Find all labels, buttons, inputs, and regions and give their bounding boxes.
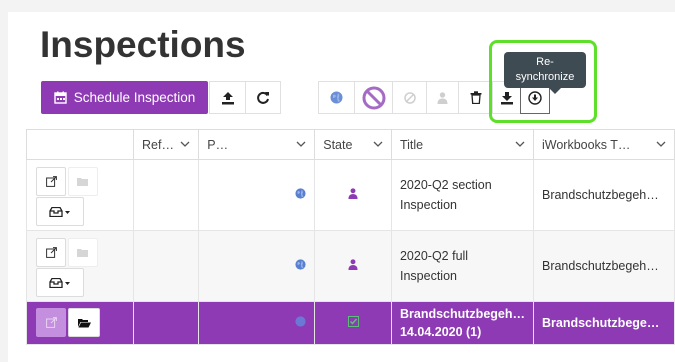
external-link-icon xyxy=(45,317,57,328)
checkbox-checked-icon xyxy=(347,316,359,327)
column-header-title[interactable]: Title xyxy=(390,129,534,160)
title-line1: 2020-Q2 full xyxy=(399,249,469,263)
globe-icon xyxy=(295,316,306,327)
cancel-disabled-button[interactable] xyxy=(392,81,426,114)
column-header-iworkbooks-label: iWorkbooks T… xyxy=(541,137,631,152)
table-row-selected[interactable]: Brandschutzbegeh… 14.04.2020 (1) Brandsc… xyxy=(26,301,675,345)
refresh-button[interactable] xyxy=(245,81,281,114)
title-cell: 2020-Q2 section Inspection xyxy=(390,159,534,231)
inbox-icon xyxy=(49,206,70,217)
tooltip-line1: Re- xyxy=(536,56,554,68)
user-icon xyxy=(348,259,358,270)
column-header-ref-label: Ref… xyxy=(142,137,174,152)
folder-open-icon xyxy=(77,318,91,327)
external-link-icon xyxy=(45,247,57,258)
inspections-table: Ref… P… State Title iWorkbooks T… 2020-Q… xyxy=(26,129,675,345)
open-external-button[interactable] xyxy=(36,308,66,337)
inbox-dropdown-button[interactable] xyxy=(36,268,84,297)
column-header-state[interactable]: State xyxy=(314,129,392,160)
folder-icon xyxy=(77,177,88,186)
workbook-cell: Brandschutzbegeh… xyxy=(532,230,675,302)
column-header-state-label: State xyxy=(323,137,353,152)
ref-cell xyxy=(132,301,200,345)
trash-icon xyxy=(470,91,481,104)
open-folder-button[interactable] xyxy=(68,167,98,196)
table-header: Ref… P… State Title iWorkbooks T… xyxy=(26,129,675,160)
workbook-cell: Brandschutzbegeh… xyxy=(532,159,675,231)
column-header-p[interactable]: P… xyxy=(198,129,316,160)
refresh-icon xyxy=(257,91,269,104)
page-title: Inspections xyxy=(40,24,246,65)
open-external-button[interactable] xyxy=(36,238,66,267)
globe-icon xyxy=(295,188,306,199)
tooltip-line2: synchronize xyxy=(515,71,575,83)
title-line2: Inspection xyxy=(399,198,457,212)
title-line1: Brandschutzbegeh… xyxy=(399,307,525,321)
resynchronize-tooltip: Re- synchronize xyxy=(504,52,586,94)
schedule-inspection-label: Schedule Inspection xyxy=(73,90,196,105)
column-header-iworkbooks[interactable]: iWorkbooks T… xyxy=(532,129,675,160)
chevron-down-icon xyxy=(373,141,383,147)
globe-icon xyxy=(295,259,306,270)
title-cell: Brandschutzbegeh… 14.04.2020 (1) xyxy=(390,301,534,345)
ref-cell xyxy=(132,230,200,302)
row-actions-cell xyxy=(26,301,134,345)
published-cell xyxy=(198,159,316,231)
chevron-down-icon xyxy=(296,141,306,147)
disable-button[interactable] xyxy=(354,81,392,114)
title-line2: 14.04.2020 (1) xyxy=(399,325,482,339)
column-header-actions xyxy=(26,129,134,160)
published-cell xyxy=(198,301,316,345)
upload-button[interactable] xyxy=(209,81,245,114)
inbox-dropdown-button[interactable] xyxy=(36,197,84,226)
workbook-cell: Brandschutzbegeh… xyxy=(532,301,675,345)
open-folder-button[interactable] xyxy=(68,238,98,267)
table-row[interactable]: 2020-Q2 full Inspection Brandschutzbegeh… xyxy=(26,230,675,302)
delete-button[interactable] xyxy=(458,81,492,114)
chevron-down-icon xyxy=(656,141,666,147)
calendar-icon xyxy=(54,91,67,104)
chevron-down-icon xyxy=(515,141,525,147)
state-cell xyxy=(314,230,392,302)
ban-small-icon xyxy=(403,91,416,104)
ref-cell xyxy=(132,159,200,231)
open-external-button[interactable] xyxy=(36,167,66,196)
schedule-inspection-button[interactable]: Schedule Inspection xyxy=(41,81,208,114)
user-icon xyxy=(348,188,358,199)
globe-button[interactable] xyxy=(318,81,354,114)
column-header-ref[interactable]: Ref… xyxy=(132,129,200,160)
published-cell xyxy=(198,230,316,302)
ban-icon xyxy=(362,86,385,109)
table-row[interactable]: 2020-Q2 section Inspection Brandschutzbe… xyxy=(26,159,675,231)
column-header-title-label: Title xyxy=(399,137,424,152)
external-link-icon xyxy=(45,176,57,187)
title-line2: Inspection xyxy=(399,269,457,283)
inbox-icon xyxy=(49,277,70,288)
open-folder-button[interactable] xyxy=(68,308,100,337)
title-line1: 2020-Q2 section xyxy=(399,178,492,192)
user-icon xyxy=(437,91,448,104)
state-cell xyxy=(314,159,392,231)
chevron-down-icon xyxy=(180,141,190,147)
assign-user-button[interactable] xyxy=(426,81,458,114)
folder-icon xyxy=(77,248,88,257)
title-cell: 2020-Q2 full Inspection xyxy=(390,230,534,302)
column-header-p-label: P… xyxy=(207,137,229,152)
row-actions-cell xyxy=(26,230,134,302)
upload-icon xyxy=(221,91,234,104)
row-actions-cell xyxy=(26,159,134,231)
globe-icon xyxy=(330,91,343,104)
state-cell xyxy=(314,301,392,345)
